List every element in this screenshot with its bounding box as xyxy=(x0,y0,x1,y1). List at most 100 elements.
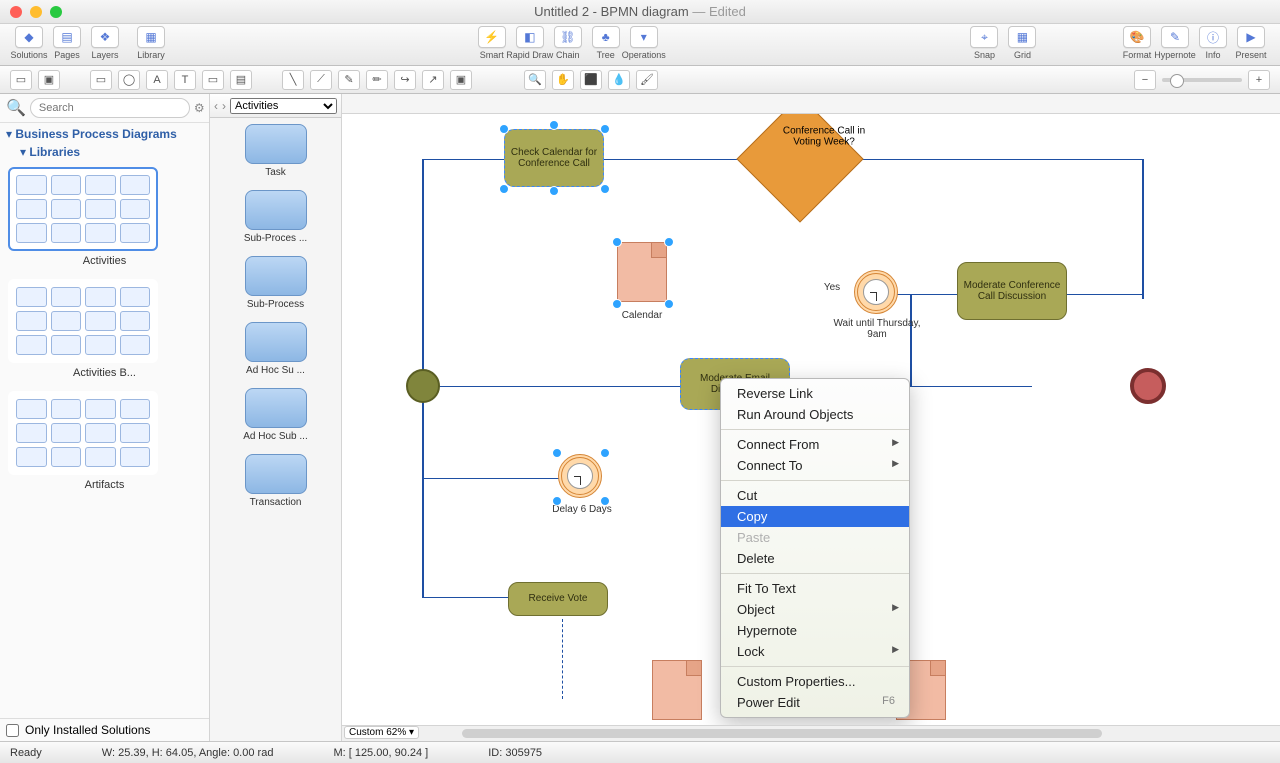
hypernote-button[interactable]: ✎Hypernote xyxy=(1158,26,1192,60)
task-check-calendar[interactable]: Check Calendar for Conference Call xyxy=(504,129,604,187)
menu-power-edit[interactable]: Power EditF6 xyxy=(721,692,909,713)
grid-button[interactable]: ▦Grid xyxy=(1005,26,1039,60)
menu-reverse-link[interactable]: Reverse Link xyxy=(721,383,909,404)
ellipse-tool[interactable]: ◯ xyxy=(118,70,140,90)
search-icon: 🔍 xyxy=(6,98,26,118)
connector-tool[interactable]: ↪ xyxy=(394,70,416,90)
eyedrop-tool[interactable]: 💧 xyxy=(608,70,630,90)
edge-label-yes: Yes xyxy=(824,282,840,293)
context-menu[interactable]: Reverse LinkRun Around Objects Connect Fr… xyxy=(720,378,910,718)
task-label: Moderate Conference Call Discussion xyxy=(958,280,1066,303)
ruler xyxy=(342,94,1280,114)
only-installed-checkbox[interactable] xyxy=(6,724,19,737)
solutions-button[interactable]: ◆Solutions xyxy=(12,26,46,60)
pencil-tool[interactable]: ✏ xyxy=(366,70,388,90)
arc-tool[interactable]: ⟋ xyxy=(310,70,332,90)
menu-delete[interactable]: Delete xyxy=(721,548,909,569)
menu-lock[interactable]: Lock xyxy=(721,641,909,662)
stencil-adhocsub[interactable]: Ad Hoc Sub ... xyxy=(210,382,341,448)
main-toolbar: ◆Solutions▤Pages❖Layers ▦ Library ⚡Smart… xyxy=(0,24,1280,66)
menu-fit-to-text[interactable]: Fit To Text xyxy=(721,578,909,599)
gateway-voting-week[interactable]: Conference Call in Voting Week? xyxy=(736,114,863,223)
hand-tool[interactable]: ✋ xyxy=(552,70,574,90)
data-object-calendar[interactable] xyxy=(617,242,667,302)
tree-root[interactable]: Business Process Diagrams xyxy=(15,127,176,141)
main-area: 🔍 ⚙ ▾ Business Process Diagrams ▾ Librar… xyxy=(0,94,1280,741)
stencil-subprocess[interactable]: Sub-Process xyxy=(210,250,341,316)
stamp-tool[interactable]: ⬛ xyxy=(580,70,602,90)
data-object-vote[interactable] xyxy=(652,660,702,720)
select-tool[interactable]: ▭ xyxy=(10,70,32,90)
smart-button[interactable]: ⚡Smart xyxy=(475,26,509,60)
marquee-tool[interactable]: ▣ xyxy=(38,70,60,90)
timer-delay-6-days[interactable] xyxy=(558,454,602,498)
zoom-tool[interactable]: 🔍 xyxy=(524,70,546,90)
tree-button[interactable]: ♣Tree xyxy=(589,26,623,60)
snap-button[interactable]: ⌖Snap xyxy=(967,26,1001,60)
pen-tool[interactable]: ✎ xyxy=(338,70,360,90)
menu-object[interactable]: Object xyxy=(721,599,909,620)
operations-button[interactable]: ▾Operations xyxy=(627,26,661,60)
present-button[interactable]: ▶Present xyxy=(1234,26,1268,60)
zoom-dropdown[interactable]: Custom 62% ▾ xyxy=(344,726,419,739)
task-moderate-call[interactable]: Moderate Conference Call Discussion xyxy=(957,262,1067,320)
snap-icon: ⌖ xyxy=(970,26,998,48)
library-button[interactable]: ▦ Library xyxy=(134,26,168,60)
solutions-icon: ◆ xyxy=(15,26,43,48)
menu-hypernote[interactable]: Hypernote xyxy=(721,620,909,641)
horizontal-scrollbar[interactable]: Custom 62% ▾ xyxy=(342,725,1280,741)
settings-icon[interactable]: ⚙ xyxy=(194,101,205,115)
end-event[interactable] xyxy=(1130,368,1166,404)
zoom-in[interactable]: + xyxy=(1248,70,1270,90)
format-button[interactable]: 🎨Format xyxy=(1120,26,1154,60)
menu-cut[interactable]: Cut xyxy=(721,485,909,506)
zoom-slider[interactable] xyxy=(1162,78,1242,82)
gallery-activities[interactable]: Activities xyxy=(8,167,201,267)
info-button[interactable]: ⓘInfo xyxy=(1196,26,1230,60)
layers-button[interactable]: ❖Layers xyxy=(88,26,122,60)
menu-custom-properties---[interactable]: Custom Properties... xyxy=(721,671,909,692)
connector2-tool[interactable]: ↗ xyxy=(422,70,444,90)
line-tool[interactable]: ╲ xyxy=(282,70,304,90)
grid-icon: ▦ xyxy=(1008,26,1036,48)
diagram-canvas[interactable]: Check Calendar for Conference Call Confe… xyxy=(342,114,1280,725)
menu-connect-to[interactable]: Connect To xyxy=(721,455,909,476)
task-receive-vote[interactable]: Receive Vote xyxy=(508,582,608,616)
rect-tool[interactable]: ▭ xyxy=(90,70,112,90)
status-ready: Ready xyxy=(10,747,42,759)
menu-connect-from[interactable]: Connect From xyxy=(721,434,909,455)
stencil-transaction[interactable]: Transaction xyxy=(210,448,341,514)
gallery-artifacts[interactable]: Artifacts xyxy=(8,391,201,491)
stencil-subproces[interactable]: Sub-Proces ... xyxy=(210,184,341,250)
rapid-draw-button[interactable]: ◧Rapid Draw xyxy=(513,26,547,60)
pages-button[interactable]: ▤Pages xyxy=(50,26,84,60)
nav-fwd-icon[interactable]: › xyxy=(222,99,226,113)
callout-tool[interactable]: ▭ xyxy=(202,70,224,90)
calendar-label: Calendar xyxy=(622,310,663,321)
stencil-adhocsu[interactable]: Ad Hoc Su ... xyxy=(210,316,341,382)
zoom-out[interactable]: − xyxy=(1134,70,1156,90)
search-input[interactable] xyxy=(30,98,190,118)
nav-back-icon[interactable]: ‹ xyxy=(214,99,218,113)
text-tool[interactable]: A xyxy=(146,70,168,90)
tree-libraries[interactable]: Libraries xyxy=(29,145,80,159)
gallery-activitiesb[interactable]: Activities B... xyxy=(8,279,201,379)
format-painter-tool[interactable]: 🖌 xyxy=(636,70,658,90)
stencil-task[interactable]: Task xyxy=(210,118,341,184)
chain-button[interactable]: ⛓Chain xyxy=(551,26,585,60)
start-event[interactable] xyxy=(406,369,440,403)
image-tool[interactable]: ▣ xyxy=(450,70,472,90)
menu-copy[interactable]: Copy xyxy=(721,506,909,527)
status-dimensions: W: 25.39, H: 64.05, Angle: 0.00 rad xyxy=(102,747,274,759)
smart-icon: ⚡ xyxy=(478,26,506,48)
note-tool[interactable]: ▤ xyxy=(230,70,252,90)
textbox-tool[interactable]: T xyxy=(174,70,196,90)
menu-run-around-objects[interactable]: Run Around Objects xyxy=(721,404,909,425)
timer-wait-until[interactable] xyxy=(854,270,898,314)
stencil-select[interactable]: Activities xyxy=(230,98,337,114)
titlebar: Untitled 2 - BPMN diagram — Edited xyxy=(0,0,1280,24)
only-installed-row[interactable]: Only Installed Solutions xyxy=(0,718,209,741)
status-mouse: M: [ 125.00, 90.24 ] xyxy=(333,747,428,759)
layers-icon: ❖ xyxy=(91,26,119,48)
chain-icon: ⛓ xyxy=(554,26,582,48)
